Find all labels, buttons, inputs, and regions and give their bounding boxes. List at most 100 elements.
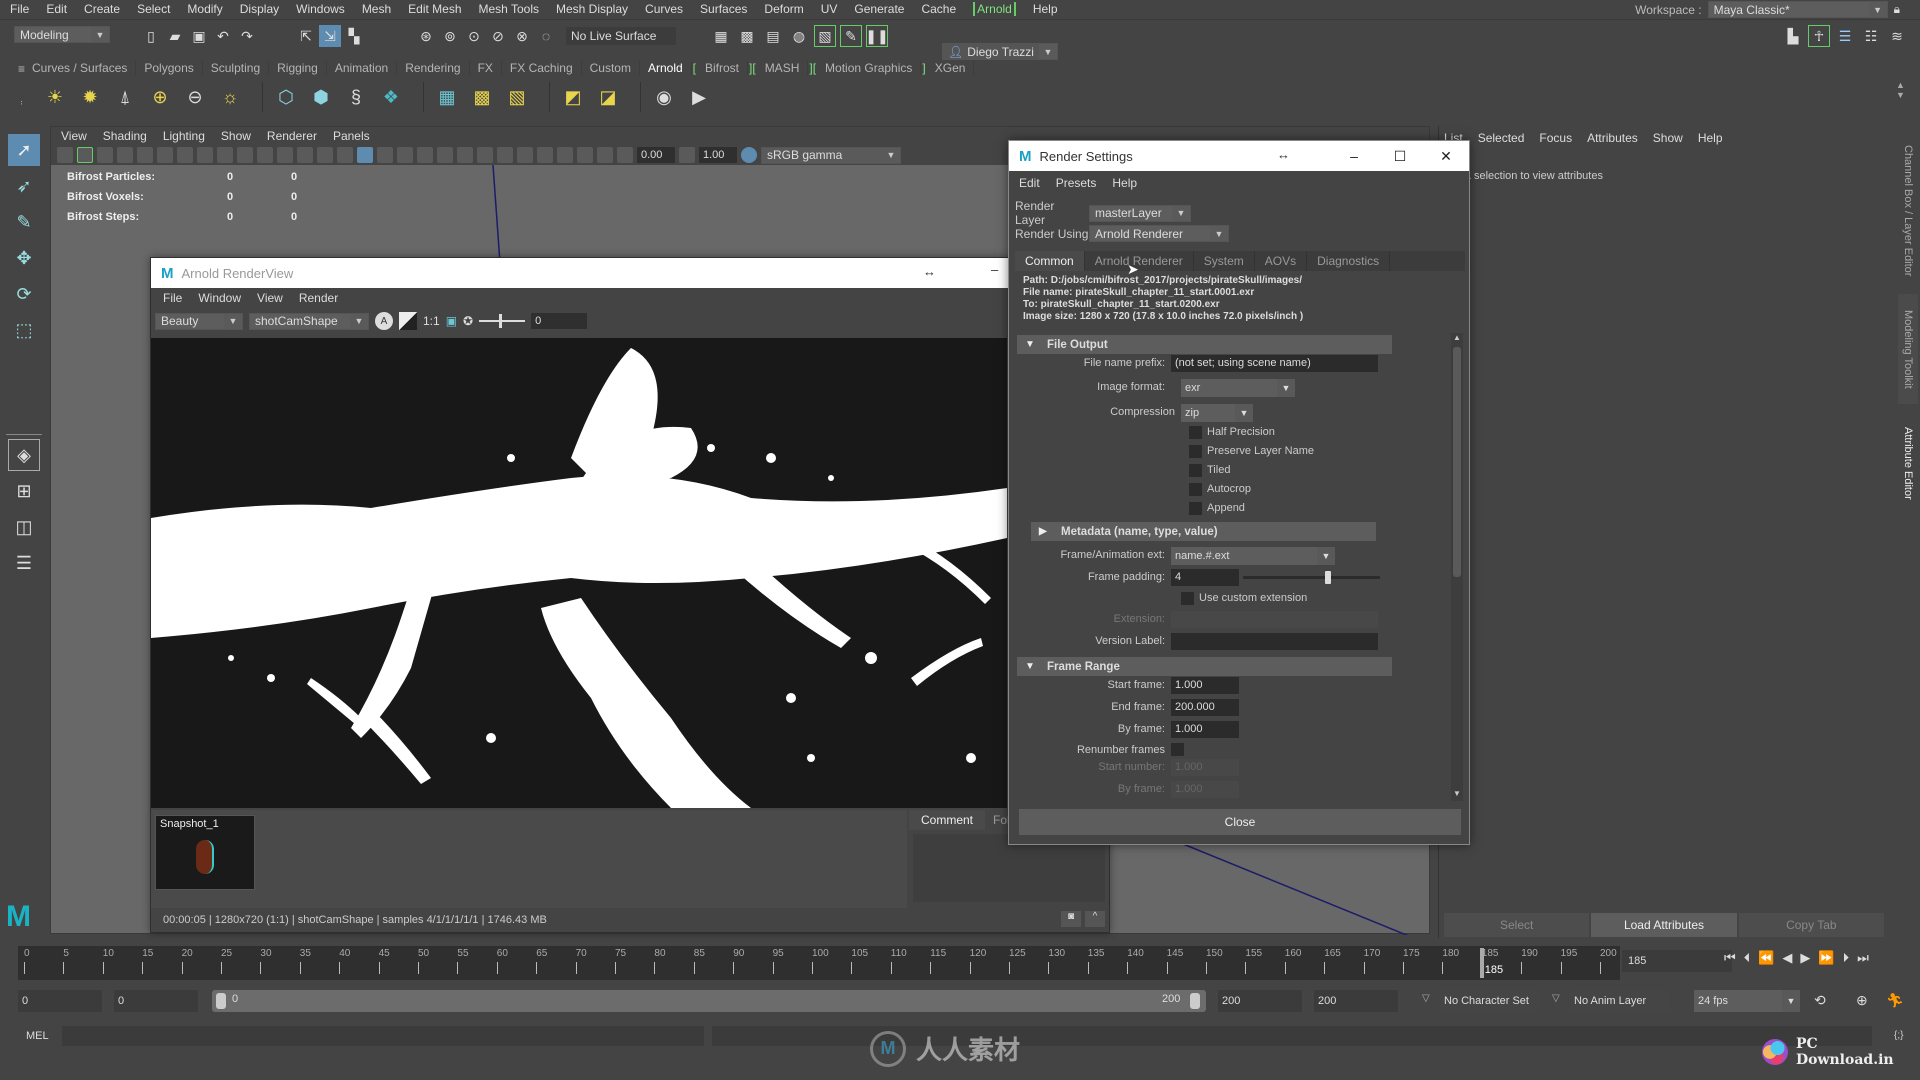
rv-menu-view[interactable]: View [257,291,283,305]
loop-icon[interactable]: ⟲ [1814,992,1826,1009]
viewport-menu-lighting[interactable]: Lighting [163,129,205,143]
arnold-ipr-icon[interactable]: ✎ [840,25,862,47]
one-to-one-button[interactable]: 1:1 [423,314,440,328]
wireframe-on-shaded-icon[interactable] [397,147,413,163]
scale-tool-icon[interactable]: ⬚ [8,314,40,346]
half-precision-checkbox[interactable] [1189,426,1202,439]
wireframe-icon[interactable] [337,147,353,163]
tab-arnold-renderer[interactable]: Arnold Renderer [1085,251,1194,271]
flush-texture-cache-icon[interactable]: ▩ [469,84,495,110]
menu-surfaces[interactable]: Surfaces [700,2,747,16]
snapshot-thumbnail[interactable]: Snapshot_1 [155,815,255,890]
render-view-icon[interactable]: ◉ [651,84,677,110]
snap-curve-icon[interactable]: ⊚ [439,25,461,47]
four-view-layout-icon[interactable]: ⊞ [8,475,40,507]
camera-exposure-icon[interactable] [617,147,633,163]
go-to-start-icon[interactable]: ⏮ [1724,950,1736,966]
step-forward-frame-icon[interactable]: ⏵ [1843,950,1850,966]
grease-pencil-icon[interactable] [177,147,193,163]
shelf-tab-rendering[interactable]: Rendering [397,61,470,75]
image-format-dropdown[interactable]: exr ▼ [1181,379,1295,397]
light-portal-icon[interactable]: ⊖ [182,84,208,110]
color-management-icon[interactable] [741,147,757,163]
shelf-tab-curves-surfaces[interactable]: Curves / Surfaces [24,61,137,75]
frame-range-section[interactable]: ▼ Frame Range [1017,657,1392,676]
maximize-button[interactable]: ☐ [1377,141,1423,171]
menu-generate[interactable]: Generate [854,2,904,16]
menu-curves[interactable]: Curves [645,2,683,16]
shelf-tab-motion-graphics[interactable]: Motion Graphics [817,61,922,75]
shelf-tab-animation[interactable]: Animation [327,61,398,75]
tab-modeling-toolkit[interactable]: Modeling Toolkit [1898,294,1918,404]
camera-lock-icon[interactable] [77,147,93,163]
menu-set-dropdown[interactable]: Modeling ▼ [14,26,110,43]
shelf-tab-fx[interactable]: FX [470,61,502,75]
menu-mesh-tools[interactable]: Mesh Tools [479,2,539,16]
shelf-tab-xgen[interactable]: XGen [927,61,975,75]
tool-settings-icon[interactable]: ☷ [1860,25,1882,47]
skydome-light-icon[interactable]: ⊕ [147,84,173,110]
mel-label[interactable]: MEL [26,1030,49,1042]
save-scene-icon[interactable]: ▣ [188,25,210,47]
lasso-tool-icon[interactable]: ➶ [8,170,40,202]
outliner-layout-icon[interactable]: ☰ [8,547,40,579]
viewport-menu-shading[interactable]: Shading [103,129,147,143]
tx-manager-icon[interactable]: ▦ [434,84,460,110]
tab-aovs[interactable]: AOVs [1255,251,1308,271]
menu-mesh[interactable]: Mesh [362,2,391,16]
tiled-checkbox[interactable] [1189,464,1202,477]
anti-aliasing-icon[interactable] [517,147,533,163]
exposure-value-field[interactable]: 0 [531,313,588,329]
xray-joints-icon[interactable] [577,147,593,163]
preserve-layer-name-checkbox[interactable] [1189,445,1202,458]
render-image[interactable] [151,338,1007,808]
metadata-section[interactable]: ▶ Metadata (name, type, value) [1031,522,1376,541]
new-scene-icon[interactable]: ▯ [140,25,162,47]
modeling-toolkit-icon[interactable]: ▙ [1782,25,1804,47]
screen-space-ao-icon[interactable] [477,147,493,163]
redo-icon[interactable]: ↷ [236,25,258,47]
animation-preferences-icon[interactable]: 🏃︎ [1886,992,1904,1009]
arnold-render-icon[interactable]: ▧ [814,25,836,47]
slider-handle[interactable] [1324,571,1331,584]
scrollbar-thumb[interactable] [1453,347,1461,577]
menu-mesh-display[interactable]: Mesh Display [556,2,628,16]
select-object-icon[interactable]: ⇲ [319,25,341,47]
menu-select[interactable]: Select [137,2,170,16]
ae-menu-selected[interactable]: Selected [1478,131,1525,145]
menu-edit-mesh[interactable]: Edit Mesh [408,2,461,16]
close-button[interactable]: Close [1019,809,1461,835]
rv-menu-file[interactable]: File [163,291,182,305]
play-backwards-icon[interactable]: ◀ [1782,950,1792,966]
rs-menu-edit[interactable]: Edit [1019,176,1040,190]
paint-select-tool-icon[interactable]: ✎ [8,206,40,238]
minimize-icon[interactable]: – [991,262,998,277]
open-scene-icon[interactable]: ▰ [164,25,186,47]
isolate-select-icon[interactable] [557,147,573,163]
shelf-tab-sculpting[interactable]: Sculpting [203,61,270,75]
move-tool-icon[interactable]: ✥ [8,242,40,274]
command-input[interactable] [62,1026,704,1046]
go-to-end-icon[interactable]: ⏭ [1857,950,1869,966]
range-slider[interactable]: 0 200 [212,990,1206,1012]
resize-arrows-icon[interactable]: ↔ [923,264,936,279]
default-material-icon[interactable] [377,147,393,163]
curve-collector-icon[interactable]: § [343,84,369,110]
ae-menu-help[interactable]: Help [1698,131,1723,145]
area-light-icon[interactable]: ☀︎ [42,84,68,110]
by-frame-field[interactable]: 1.000 [1171,721,1239,738]
select-button[interactable]: Select [1444,913,1590,937]
viewport-menu-renderer[interactable]: Renderer [267,129,317,143]
append-checkbox[interactable] [1189,502,1202,515]
attribute-editor-icon[interactable]: ☰ [1834,25,1856,47]
file-output-section[interactable]: ▼ File Output [1017,335,1392,354]
menu-file[interactable]: File [10,2,29,16]
use-all-lights-icon[interactable] [437,147,453,163]
tab-common[interactable]: Common [1015,251,1085,271]
shadows-icon[interactable] [457,147,473,163]
tab-attribute-editor[interactable]: Attribute Editor [1898,408,1918,518]
tab-channel-box[interactable]: Channel Box / Layer Editor [1898,136,1918,286]
field-chart-icon[interactable] [277,147,293,163]
depth-of-field-icon[interactable] [537,147,553,163]
photometric-light-icon[interactable]: ⍋ [112,84,138,110]
